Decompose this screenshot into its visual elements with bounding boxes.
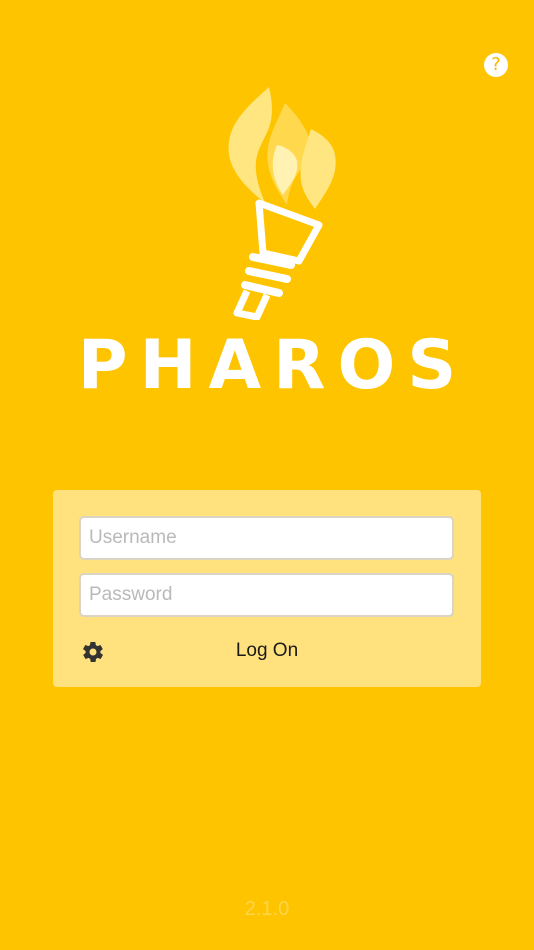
brand-name: PHAROS <box>77 326 469 405</box>
help-button[interactable]: ? <box>484 53 508 77</box>
gear-icon[interactable] <box>81 640 105 664</box>
username-input[interactable] <box>79 516 454 560</box>
password-input[interactable] <box>79 573 454 617</box>
torch-handle <box>233 289 271 320</box>
torch-band-3 <box>241 281 283 297</box>
torch-band-2 <box>245 267 291 283</box>
login-card: Log On <box>53 490 481 687</box>
logon-button[interactable]: Log On <box>203 636 331 666</box>
question-icon: ? <box>491 54 501 75</box>
version-label: 2.1.0 <box>244 898 290 920</box>
torch-head <box>255 199 323 265</box>
torch-flame-outer <box>228 87 272 203</box>
torch-icon <box>228 87 336 320</box>
